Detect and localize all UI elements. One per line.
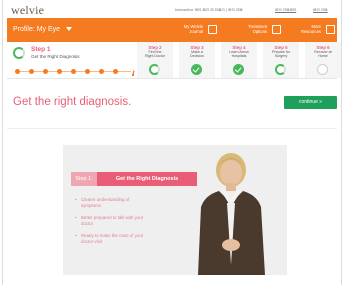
checkmark-icon [233, 64, 244, 75]
top-link-logout[interactable]: ⊞⊟ ⊡⊠ [313, 7, 328, 12]
progress-dot [15, 69, 20, 74]
step-5[interactable]: Step 5 Prepare for Surgery [263, 42, 299, 78]
welvie-logo[interactable]: welvie [11, 3, 44, 18]
bullet-item: Better prepared to talk with your doctor [75, 215, 145, 227]
progress-dot [85, 69, 90, 74]
profile-label: Profile: My Eye [13, 26, 61, 33]
progress-dot [99, 69, 104, 74]
journal-icon [208, 25, 217, 34]
step-status-icon [317, 64, 328, 75]
top-bar: welvie Interactive ⊞⊟ ⊠⊡ ⊞ ⊟⊠⊡ | ⊞⊟ ⊡⊠ ⊞… [3, 0, 341, 18]
step-1-current[interactable]: Step 1 Get the Right Diagnosis [7, 42, 135, 78]
nav-item-journal[interactable]: My Welvie Journal [159, 22, 217, 38]
progress-dot [29, 69, 34, 74]
step-label: Learn About Hospitals [229, 50, 249, 59]
nav-item-label: More Resources [300, 24, 321, 34]
step-6[interactable]: Step 6 Recover at Home [305, 42, 341, 78]
step-label: Make a Decision [190, 50, 204, 59]
progress-dot [43, 69, 48, 74]
video-step-label: Step 1: [71, 172, 97, 186]
step-2[interactable]: Step 2 Find the Right Doctor [137, 42, 173, 78]
top-info-text: Interactive ⊞⊟ ⊠⊡ ⊞ ⊟⊠⊡ | ⊞⊟ ⊡⊠ [175, 7, 243, 12]
steps-progress: Step 1 Get the Right Diagnosis Step 2 Fi… [7, 42, 341, 79]
chevron-down-icon [66, 27, 73, 32]
presenter-image [198, 153, 265, 275]
progress-dot [57, 69, 62, 74]
nav-item-label: My Welvie Journal [183, 24, 203, 34]
video-bullet-list: Clearer understanding of symptoms Better… [75, 197, 145, 251]
step-subtitle: Get the Right Diagnosis [31, 54, 80, 59]
nav-item-treatment-options[interactable]: Treatment Options [225, 22, 281, 38]
nav-item-label: Treatment Options [248, 24, 267, 34]
video-player[interactable]: Step 1: Get the Right Diagnosis Clearer … [63, 145, 287, 275]
options-icon [272, 25, 281, 34]
top-link-account[interactable]: ⊞⊟ ⊡⊠⊞⊟ [275, 7, 296, 12]
profile-dropdown[interactable]: Profile: My Eye [13, 26, 73, 33]
divider [7, 128, 337, 129]
step-label: Prepare for Surgery [272, 50, 290, 59]
step-title: Step 1 [31, 46, 51, 53]
nav-item-more-resources[interactable]: More Resources [283, 22, 335, 38]
resources-icon [326, 25, 335, 34]
progress-dot [113, 69, 118, 74]
checkmark-icon [191, 64, 202, 75]
step-label: Find the Right Doctor [145, 50, 165, 59]
step-3[interactable]: Step 3 Make a Decision [179, 42, 215, 78]
step-label: Recover at Home [314, 50, 332, 59]
step-status-icon [149, 64, 160, 75]
progress-ring-icon [13, 47, 25, 59]
page-headline: Get the right diagnosis. [13, 96, 132, 108]
step-status-icon [275, 64, 286, 75]
app-frame: welvie Interactive ⊞⊟ ⊠⊡ ⊞ ⊟⊠⊡ | ⊞⊟ ⊡⊠ ⊞… [2, 0, 342, 285]
step-4[interactable]: Step 4 Learn About Hospitals [221, 42, 257, 78]
continue-button[interactable]: continue » [284, 96, 337, 109]
step-progress-dots [15, 68, 135, 76]
main-nav: Profile: My Eye My Welvie Journal Treatm… [7, 18, 337, 42]
bullet-item: Clearer understanding of symptoms [75, 197, 145, 209]
progress-dot [71, 69, 76, 74]
bullet-item: Ready to make the most of your doctor vi… [75, 233, 145, 245]
